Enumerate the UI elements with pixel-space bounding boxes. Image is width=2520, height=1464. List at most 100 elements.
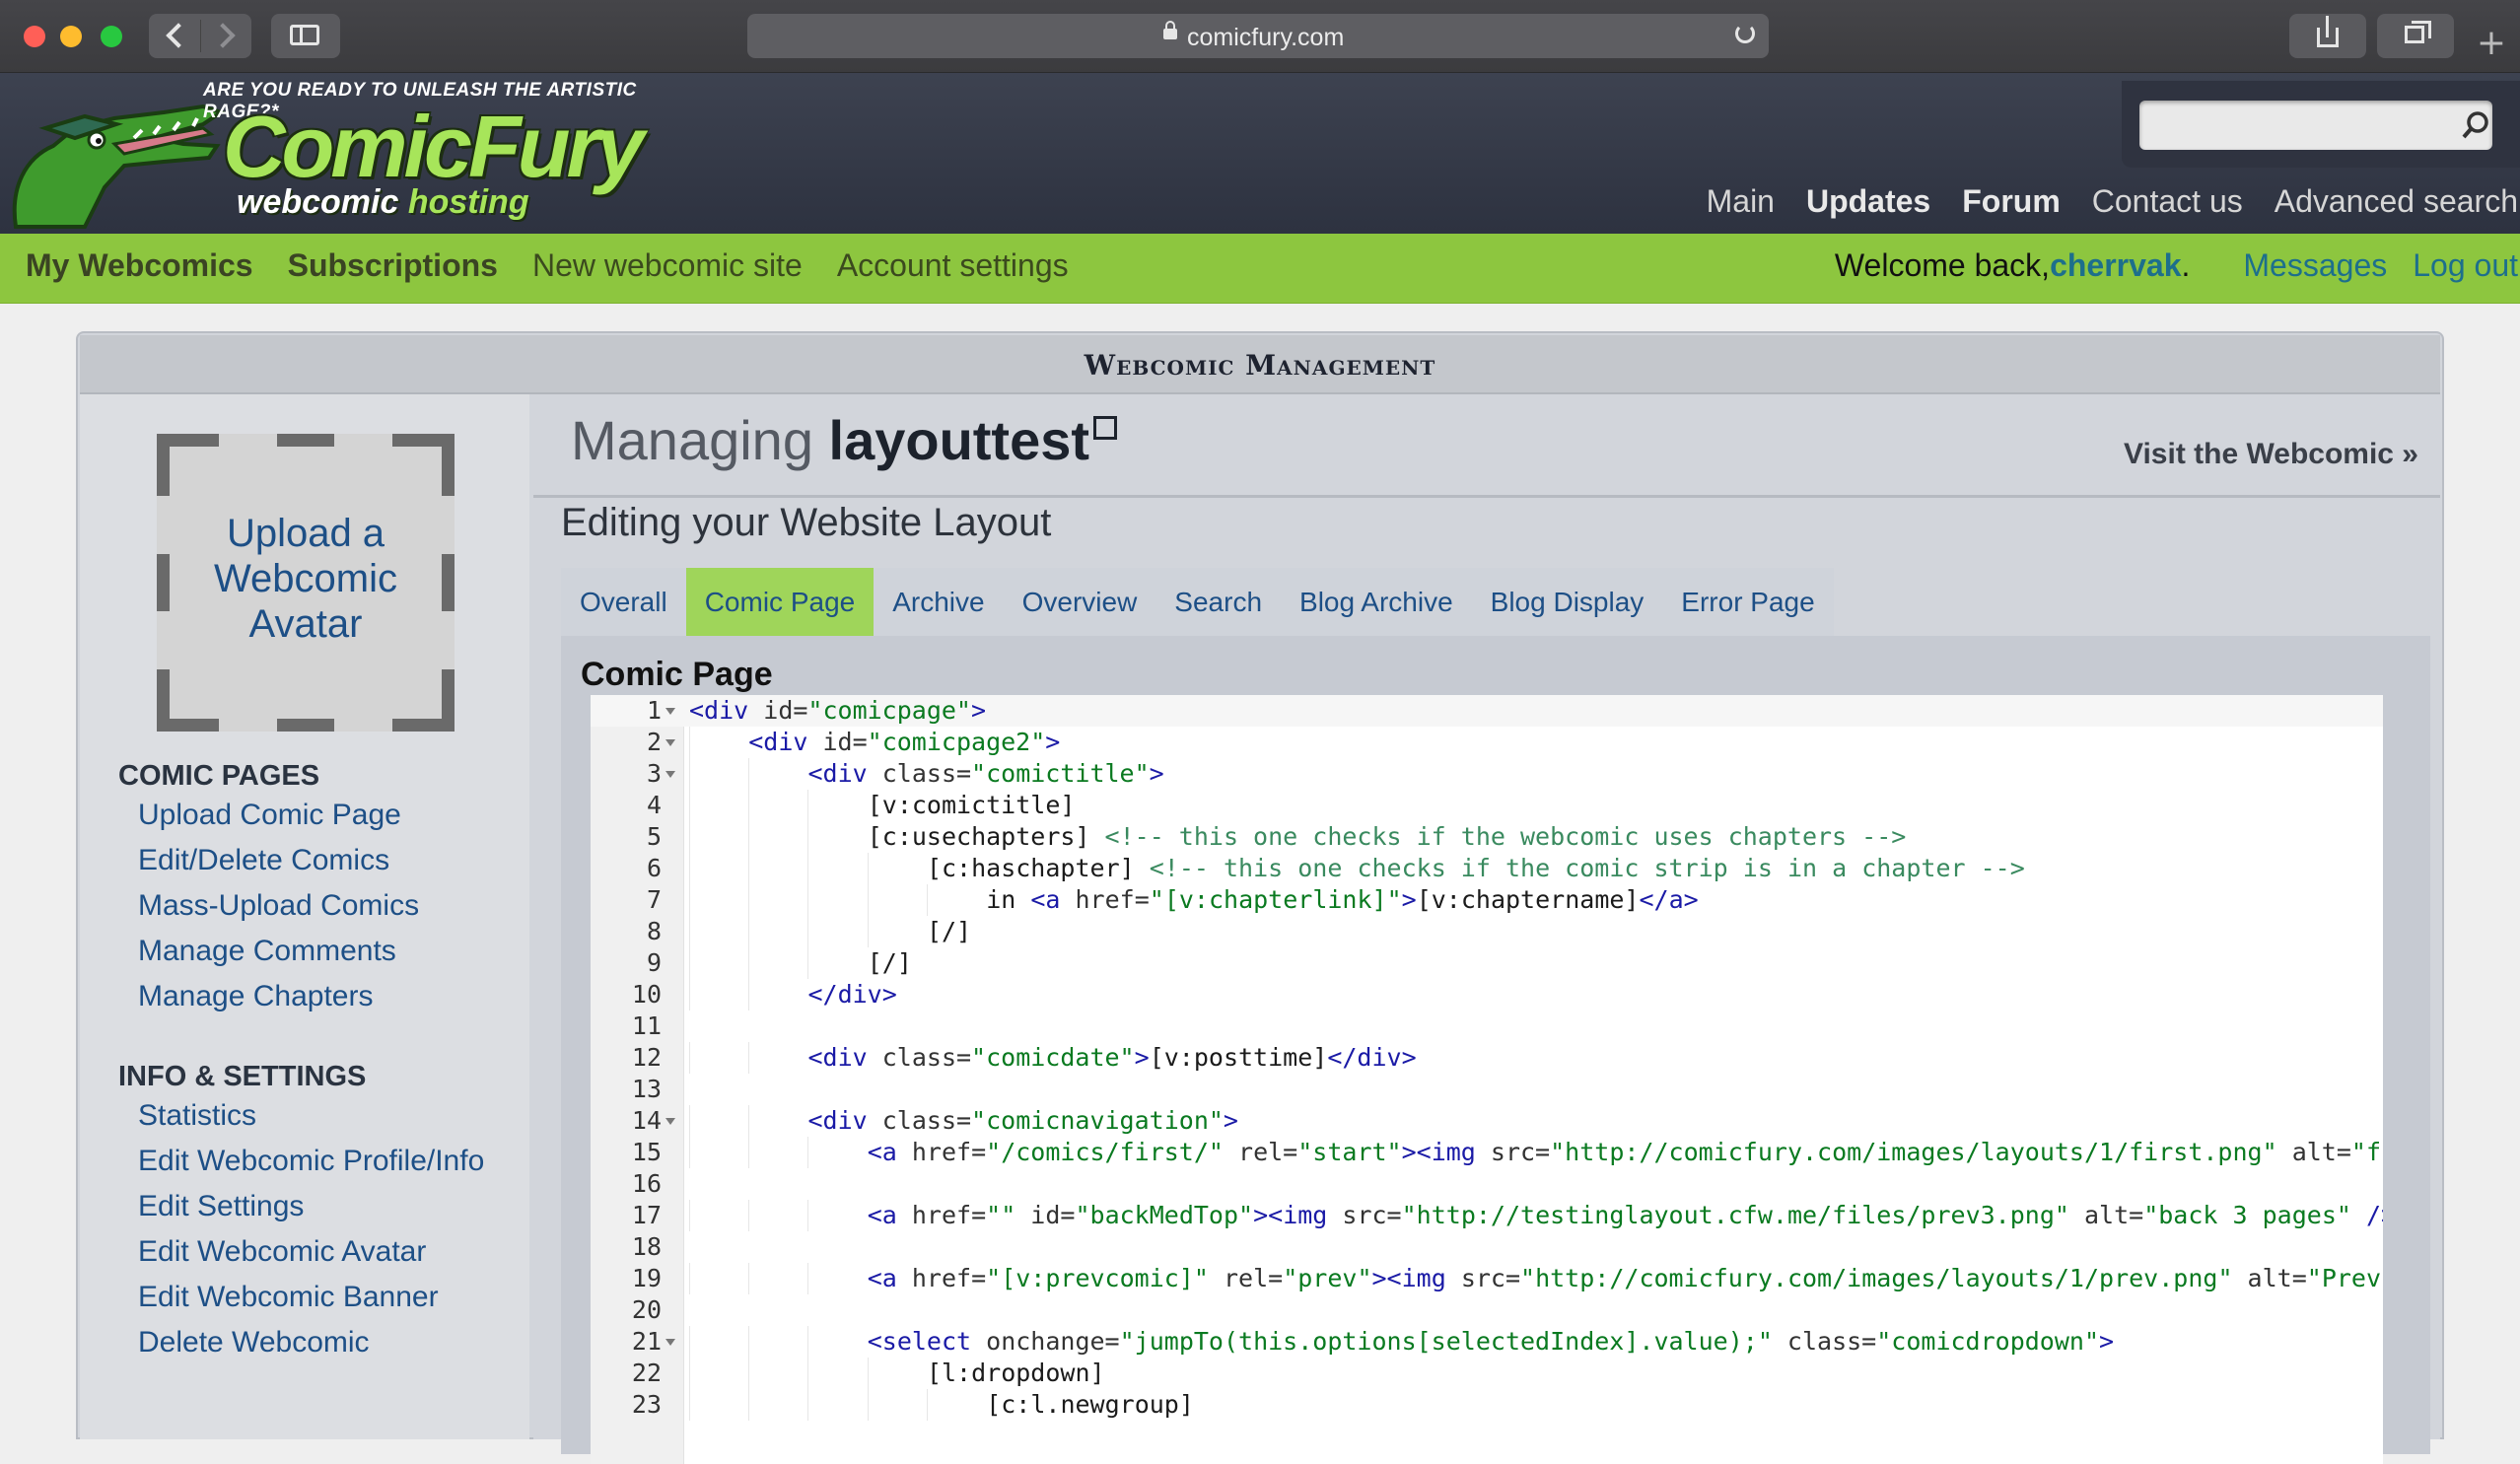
tab-blog-archive[interactable]: Blog Archive bbox=[1281, 568, 1472, 636]
tab-comic-page[interactable]: Comic Page bbox=[685, 568, 875, 636]
subscriptions-link[interactable]: Subscriptions bbox=[288, 247, 498, 284]
nav-advanced-search[interactable]: Advanced search bbox=[2275, 183, 2518, 220]
tab-search[interactable]: Search bbox=[1155, 568, 1281, 636]
tab-error-page[interactable]: Error Page bbox=[1662, 568, 1833, 636]
edit-avatar-link[interactable]: Edit Webcomic Avatar bbox=[138, 1229, 484, 1275]
search-input[interactable] bbox=[2139, 101, 2492, 150]
manage-comments-link[interactable]: Manage Comments bbox=[138, 929, 419, 974]
logo-title: ComicFury bbox=[223, 98, 645, 195]
nav-contact-us[interactable]: Contact us bbox=[2092, 183, 2243, 220]
upload-comic-page-link[interactable]: Upload Comic Page bbox=[138, 793, 419, 838]
code-editor[interactable]: 1 <div id="comicpage"> 2 <div id="comicpage… bbox=[591, 695, 2383, 1464]
line-code: [c:usechapters] <!-- this one checks if … bbox=[867, 822, 1907, 851]
tab-overview[interactable]: Overview bbox=[1004, 568, 1156, 636]
reload-icon[interactable] bbox=[1735, 24, 1755, 43]
line-number: 17 bbox=[631, 1201, 662, 1229]
info-settings-menu: Statistics Edit Webcomic Profile/Info Ed… bbox=[138, 1093, 484, 1365]
code-line[interactable]: 1 <div id="comicpage"> bbox=[591, 695, 2383, 727]
code-line[interactable]: 14 <div class="comicnavigation"> bbox=[591, 1105, 2383, 1137]
edit-delete-comics-link[interactable]: Edit/Delete Comics bbox=[138, 838, 419, 883]
close-window-button[interactable] bbox=[24, 26, 45, 47]
code-line[interactable]: 11 bbox=[591, 1011, 2383, 1042]
nav-forum[interactable]: Forum bbox=[1962, 183, 2061, 220]
code-line[interactable]: 23 [c:l.newgroup] bbox=[591, 1389, 2383, 1421]
layout-tabs: Overall Comic Page Archive Overview Sear… bbox=[561, 568, 1834, 636]
fold-arrow-icon[interactable] bbox=[665, 1118, 675, 1125]
back-icon[interactable] bbox=[166, 23, 191, 48]
line-code: <div class="comicnavigation"> bbox=[807, 1106, 1238, 1135]
fold-arrow-icon[interactable] bbox=[665, 739, 675, 746]
line-code: [c:haschapter] <!-- this one checks if t… bbox=[926, 854, 2025, 882]
nav-main[interactable]: Main bbox=[1707, 183, 1775, 220]
code-line[interactable]: 15 <a href="/comics/first/" rel="start"><… bbox=[591, 1137, 2383, 1168]
address-bar[interactable]: comicfury.com bbox=[747, 14, 1769, 58]
code-line[interactable]: 19 <a href="[v:prevcomic]" rel="prev"><im… bbox=[591, 1263, 2383, 1294]
my-webcomics-link[interactable]: My Webcomics bbox=[26, 247, 253, 284]
mass-upload-comics-link[interactable]: Mass-Upload Comics bbox=[138, 883, 419, 929]
comic-pages-menu: Upload Comic Page Edit/Delete Comics Mas… bbox=[138, 793, 419, 1019]
search-icon[interactable] bbox=[2461, 110, 2490, 140]
new-webcomic-site-link[interactable]: New webcomic site bbox=[532, 247, 803, 284]
statistics-link[interactable]: Statistics bbox=[138, 1093, 484, 1139]
account-settings-link[interactable]: Account settings bbox=[837, 247, 1069, 284]
code-line[interactable]: 22 [l:dropdown] bbox=[591, 1358, 2383, 1389]
zoom-window-button[interactable] bbox=[101, 26, 122, 47]
edit-profile-link[interactable]: Edit Webcomic Profile/Info bbox=[138, 1139, 484, 1184]
minimize-window-button[interactable] bbox=[60, 26, 82, 47]
share-button[interactable] bbox=[2289, 14, 2366, 58]
line-number: 1 bbox=[646, 696, 662, 725]
line-code: <div id="comicpage2"> bbox=[748, 728, 1061, 756]
code-line[interactable]: 4 [v:comictitle] bbox=[591, 790, 2383, 821]
edit-settings-link[interactable]: Edit Settings bbox=[138, 1184, 484, 1229]
fold-arrow-icon[interactable] bbox=[665, 708, 675, 715]
fold-arrow-icon[interactable] bbox=[665, 1339, 675, 1346]
code-line[interactable]: 17 <a href="" id="backMedTop"><img src="h… bbox=[591, 1200, 2383, 1231]
code-line[interactable]: 10 </div> bbox=[591, 979, 2383, 1011]
line-code: <a href="" id="backMedTop"><img src="htt… bbox=[867, 1201, 2383, 1229]
new-tab-button[interactable]: + bbox=[2472, 24, 2511, 63]
code-line[interactable]: 8 [/] bbox=[591, 916, 2383, 947]
line-code: <div class="comicdate">[v:posttime]</div… bbox=[807, 1043, 1417, 1072]
comic-pages-heading: COMIC PAGES bbox=[118, 760, 320, 792]
sidebar-toggle-button[interactable] bbox=[271, 14, 340, 58]
code-line[interactable]: 9 [/] bbox=[591, 947, 2383, 979]
username-link[interactable]: cherrvak bbox=[2050, 247, 2181, 284]
code-line[interactable]: 16 bbox=[591, 1168, 2383, 1200]
manage-chapters-link[interactable]: Manage Chapters bbox=[138, 974, 419, 1019]
nav-updates[interactable]: Updates bbox=[1806, 183, 1930, 220]
code-line[interactable]: 21 <select onchange="jumpTo(this.options[… bbox=[591, 1326, 2383, 1358]
fold-arrow-icon[interactable] bbox=[665, 771, 675, 778]
code-line[interactable]: 18 bbox=[591, 1231, 2383, 1263]
logout-link[interactable]: Log out bbox=[2413, 247, 2518, 284]
welcome-punctuation: . bbox=[2181, 247, 2191, 283]
upload-avatar-button[interactable]: Upload a Webcomic Avatar bbox=[157, 434, 455, 732]
line-number: 11 bbox=[631, 1011, 662, 1040]
crocodile-mascot-icon bbox=[12, 104, 226, 229]
site-search bbox=[2122, 81, 2520, 168]
code-line[interactable]: 5 [c:usechapters] <!-- this one checks if… bbox=[591, 821, 2383, 853]
tab-blog-display[interactable]: Blog Display bbox=[1472, 568, 1663, 636]
comicfury-logo[interactable]: ARE YOU READY TO UNLEASH THE ARTISTIC RA… bbox=[0, 73, 651, 234]
code-line[interactable]: 3 <div class="comictitle"> bbox=[591, 758, 2383, 790]
edit-banner-link[interactable]: Edit Webcomic Banner bbox=[138, 1275, 484, 1320]
line-number: 15 bbox=[631, 1138, 662, 1166]
forward-icon[interactable] bbox=[210, 23, 236, 48]
show-tabs-button[interactable] bbox=[2377, 14, 2454, 58]
url-text: comicfury.com bbox=[1187, 24, 1345, 51]
code-line[interactable]: 2 <div id="comicpage2"> bbox=[591, 727, 2383, 758]
external-link-icon[interactable] bbox=[1093, 416, 1118, 440]
code-line[interactable]: 20 bbox=[591, 1294, 2383, 1326]
line-code: <a href="/comics/first/" rel="start"><im… bbox=[867, 1138, 2383, 1166]
tab-archive[interactable]: Archive bbox=[874, 568, 1003, 636]
code-line[interactable]: 7 in <a href="[v:chapterlink]">[v:chapter… bbox=[591, 884, 2383, 916]
line-code: in <a href="[v:chapterlink]">[v:chaptern… bbox=[986, 885, 1699, 914]
visit-webcomic-link[interactable]: Visit the Webcomic » bbox=[2124, 438, 2418, 471]
delete-webcomic-link[interactable]: Delete Webcomic bbox=[138, 1320, 484, 1365]
code-line[interactable]: 6 [c:haschapter] <!-- this one checks if … bbox=[591, 853, 2383, 884]
messages-link[interactable]: Messages bbox=[2243, 247, 2387, 284]
code-line[interactable]: 12 <div class="comicdate">[v:posttime]</d… bbox=[591, 1042, 2383, 1074]
comic-name-link[interactable]: layouttest bbox=[829, 409, 1090, 471]
section-heading: Editing your Website Layout bbox=[561, 501, 1052, 544]
tab-overall[interactable]: Overall bbox=[561, 568, 686, 636]
code-line[interactable]: 13 bbox=[591, 1074, 2383, 1105]
